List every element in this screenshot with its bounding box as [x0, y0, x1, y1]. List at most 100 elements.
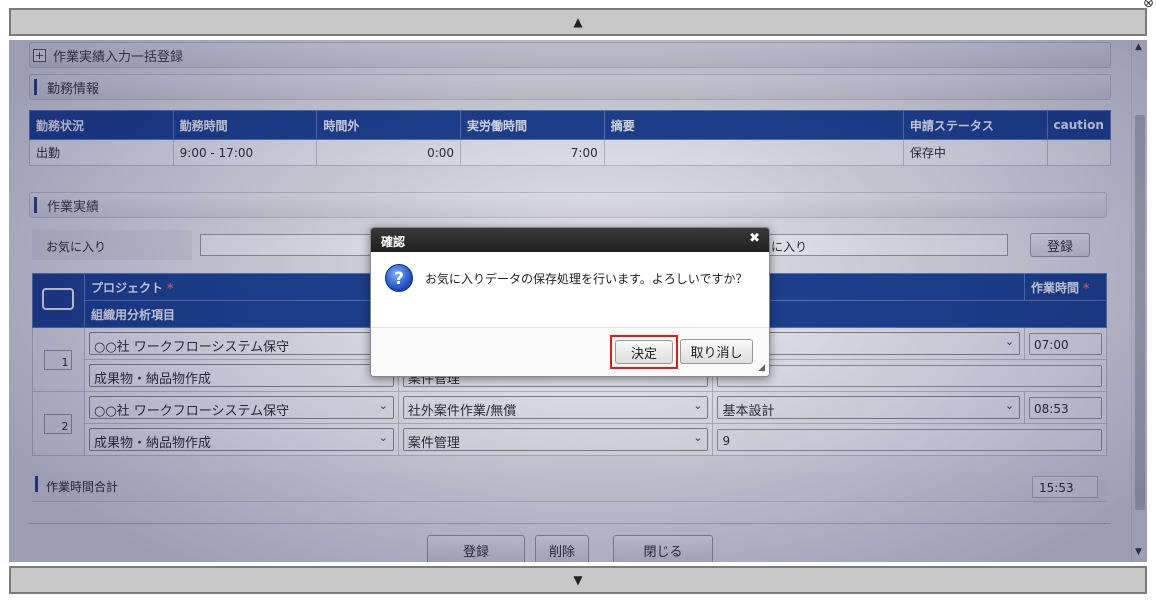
col-project-label: プロジェクト: [90, 280, 163, 295]
ok-button[interactable]: 決定: [615, 340, 673, 364]
plus-icon[interactable]: +: [33, 48, 46, 62]
close-icon[interactable]: ⊗: [1143, 0, 1154, 11]
required-mark: *: [167, 280, 174, 295]
chevron-down-icon: ⌄: [1004, 399, 1015, 412]
up-arrow-icon: ▲: [573, 15, 583, 29]
breakdown-cell: 基本設計 ⌄: [712, 391, 1026, 424]
project-cell: ○○社 ワークフローシステム保守 ⌄: [83, 391, 399, 424]
col-actual-time: 実労働時間: [460, 110, 605, 140]
project-select[interactable]: ○○社 ワークフローシステム保守 ⌄: [88, 396, 394, 419]
col-caution: caution: [1046, 110, 1112, 140]
select-all-checkbox[interactable]: [42, 288, 75, 310]
memo-cell: [712, 359, 1107, 392]
work-results-header: 作業実績: [29, 192, 1107, 218]
col-time: 作業時間 *: [1024, 273, 1107, 301]
work-type-select[interactable]: 社外案件作業/無償 ⌄: [402, 396, 709, 419]
cell-work-time: 9:00 - 17:00: [172, 139, 318, 166]
divider: [29, 523, 1111, 524]
register-button[interactable]: 登録: [427, 535, 525, 562]
cell-status: 出勤: [29, 139, 174, 166]
memo-cell: 9: [712, 423, 1107, 456]
dialog-footer: 決定 取り消し ◢: [371, 328, 769, 376]
breakdown-select[interactable]: 基本設計 ⌄: [717, 396, 1021, 419]
delete-button[interactable]: 削除: [535, 535, 589, 562]
work-info-header: 勤務情報: [29, 74, 1111, 100]
favorites-register-button[interactable]: 登録: [1030, 233, 1090, 257]
chevron-down-icon: ⌄: [378, 399, 388, 412]
work-time-input[interactable]: 07:00: [1029, 332, 1102, 355]
chevron-down-icon: ⌄: [1004, 335, 1015, 348]
favorites-label: お気に入り: [32, 230, 192, 260]
memo-input[interactable]: [717, 364, 1102, 387]
analysis-cell: 成果物・納品物作成 ⌄: [83, 359, 399, 392]
question-icon: ?: [385, 264, 413, 292]
analysis-select[interactable]: 成果物・納品物作成 ⌄: [88, 428, 394, 451]
cell-actual-time: 7:00: [460, 139, 605, 166]
close-button[interactable]: 閉じる: [613, 535, 713, 562]
dialog-message: お気に入りデータの保存処理を行います。よろしいですか？: [425, 272, 748, 286]
analysis-value: 成果物・納品物作成: [93, 436, 211, 451]
dialog-title: 確認: [381, 235, 406, 249]
scrollbar-thumb[interactable]: [1135, 115, 1145, 510]
resize-grip-icon[interactable]: ◢: [758, 363, 765, 373]
analysis-select[interactable]: 成果物・納品物作成 ⌄: [88, 364, 394, 387]
project-select[interactable]: ○○社 ワークフローシステム保守 ⌄: [88, 332, 394, 355]
work-results-title: 作業実績: [47, 199, 100, 215]
table-row: 成果物・納品物作成 ⌄ 案件管理 ⌄ 9: [33, 423, 1107, 456]
work-info-table: 勤務状況 勤務時間 時間外 実労働時間 摘要 申請ステータス caution 出…: [29, 110, 1112, 166]
vertical-scrollbar[interactable]: ▲ ▼: [1131, 40, 1147, 562]
dialog-body: ? お気に入りデータの保存処理を行います。よろしいですか？: [371, 252, 769, 328]
project-cell: ○○社 ワークフローシステム保守 ⌄: [83, 327, 399, 360]
total-time-value: 15:53: [1032, 476, 1098, 498]
work-type-cell: 社外案件作業/無償 ⌄: [397, 391, 714, 424]
ok-highlight-frame: 決定: [610, 335, 678, 369]
row-number[interactable]: 2: [44, 413, 73, 434]
bulk-entry-section[interactable]: + 作業実績入力一括登録: [29, 42, 1111, 68]
cancel-button[interactable]: 取り消し: [680, 339, 753, 364]
row-number[interactable]: 1: [44, 349, 73, 370]
chevron-down-icon: ⌄: [693, 399, 703, 412]
dialog-title-bar[interactable]: 確認 ✖: [371, 228, 769, 252]
chevron-down-icon: ⌄: [693, 431, 703, 444]
memo-input[interactable]: 9: [717, 428, 1102, 451]
row-number-cell: 2: [32, 391, 85, 456]
bulk-entry-title: 作業実績入力一括登録: [53, 49, 184, 65]
confirm-dialog: 確認 ✖ ? お気に入りデータの保存処理を行います。よろしいですか？ 決定 取り…: [370, 227, 770, 377]
work-info-title: 勤務情報: [47, 81, 100, 97]
table-row: 2 ○○社 ワークフローシステム保守 ⌄ 社外案件作業/無償 ⌄ 基本設計 ⌄ …: [32, 391, 1107, 456]
cell-overtime: 0:00: [316, 139, 462, 166]
total-time-label: 作業時間合計: [46, 480, 119, 494]
sub-category-cell: 案件管理 ⌄: [397, 423, 714, 456]
col-work-time: 勤務時間: [172, 110, 318, 140]
cell-caution: [1046, 139, 1112, 166]
cell-application-status: 保存中: [902, 139, 1048, 166]
col-application-status: 申請ステータス: [902, 110, 1048, 140]
project-value: ○○社 ワークフローシステム保守: [93, 404, 290, 419]
scroll-down-icon[interactable]: ▼: [1135, 547, 1142, 557]
sub-category-value: 案件管理: [407, 436, 460, 451]
row-number-cell: 1: [32, 327, 85, 392]
work-type-value: 社外案件作業/無償: [407, 404, 517, 419]
scroll-up-icon[interactable]: ▲: [1135, 42, 1142, 52]
sub-category-select[interactable]: 案件管理 ⌄: [402, 428, 709, 451]
close-icon[interactable]: ✖: [749, 231, 760, 246]
project-value: ○○社 ワークフローシステム保守: [93, 340, 290, 355]
time-cell: 07:00: [1024, 327, 1107, 360]
scroll-down-bar[interactable]: ▼: [9, 566, 1147, 594]
scroll-up-bar[interactable]: ▲: [9, 8, 1147, 36]
required-mark: *: [1083, 280, 1090, 295]
analysis-cell: 成果物・納品物作成 ⌄: [83, 423, 399, 456]
col-project: プロジェクト *: [83, 273, 399, 301]
col-summary: 摘要: [603, 110, 904, 140]
total-time-row: 作業時間合計 15:53: [32, 472, 1107, 502]
select-all-header[interactable]: [32, 273, 85, 328]
col-time-label: 作業時間: [1031, 280, 1080, 295]
favorites-input-value: に入り: [771, 240, 808, 254]
section-marker: [35, 476, 38, 492]
cell-summary: [603, 139, 904, 166]
analysis-value: 成果物・納品物作成: [93, 372, 211, 387]
down-arrow-icon: ▼: [573, 573, 583, 587]
table-row: 出勤 9:00 - 17:00 0:00 7:00 保存中: [29, 139, 1112, 166]
work-time-input[interactable]: 08:53: [1029, 396, 1102, 419]
col-overtime: 時間外: [316, 110, 462, 140]
